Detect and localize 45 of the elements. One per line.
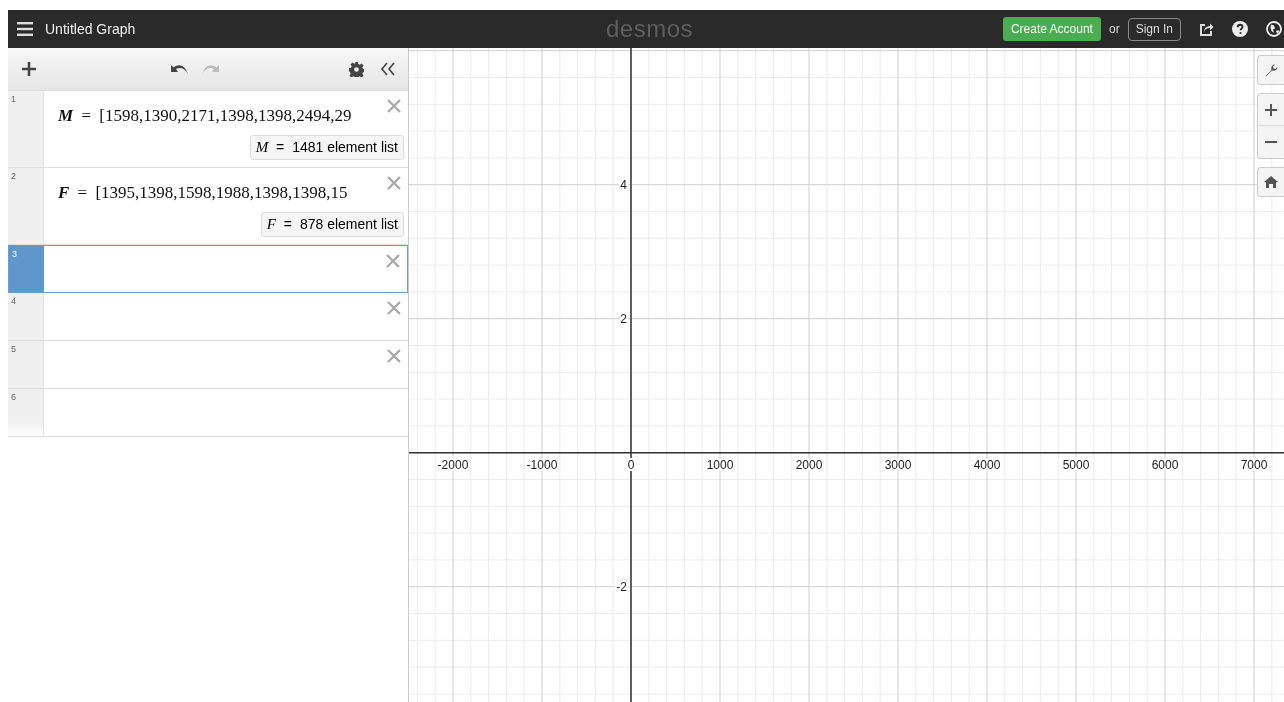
expression-row[interactable]: 4 (8, 293, 408, 341)
graph-settings-button[interactable] (1257, 55, 1284, 85)
sign-in-button[interactable]: Sign In (1127, 17, 1181, 41)
zoom-out-button[interactable] (1257, 126, 1284, 159)
globe-icon[interactable] (1266, 21, 1282, 37)
undo-icon[interactable] (171, 63, 189, 75)
tick-label: -2 (616, 579, 627, 594)
tick-label: -1000 (526, 457, 558, 472)
tick-label: 2000 (795, 457, 823, 472)
expression-input[interactable]: F = [1395,1398,1598,1988,1398,1398,15 (58, 183, 348, 203)
tick-label: 3000 (884, 457, 912, 472)
menu-icon[interactable] (17, 22, 33, 36)
line-number: 4 (11, 296, 16, 306)
line-number: 1 (11, 94, 16, 104)
expression-row[interactable]: 6 (8, 389, 408, 437)
home-button[interactable] (1257, 167, 1284, 197)
wrench-icon (1264, 63, 1278, 77)
line-number: 3 (12, 249, 17, 259)
line-number: 2 (11, 171, 16, 181)
evaluation-badge: F = 878 element list (260, 212, 404, 237)
line-number: 5 (11, 344, 16, 354)
tick-label: 4000 (973, 457, 1001, 472)
tick-label: 7000 (1240, 457, 1268, 472)
help-icon[interactable] (1232, 21, 1248, 37)
settings-icon[interactable] (349, 61, 364, 77)
expression-row[interactable]: 2 F = [1395,1398,1598,1988,1398,1398,15 F = 878 element list (8, 168, 408, 245)
graph-title: Untitled Graph (45, 21, 136, 37)
share-icon[interactable] (1199, 21, 1214, 37)
tick-label: 4 (620, 177, 627, 192)
plus-icon (1265, 103, 1277, 116)
expression-row[interactable]: 5 (8, 341, 408, 389)
evaluation-badge: M = 1481 element list (249, 135, 404, 160)
collapse-icon[interactable] (380, 62, 396, 76)
zoom-in-button[interactable] (1257, 93, 1284, 126)
tick-label: -2000 (437, 457, 469, 472)
tick-label: 5000 (1062, 457, 1090, 472)
tick-label: 1000 (706, 457, 734, 472)
add-icon[interactable] (22, 62, 36, 76)
expression-row[interactable]: 1 M = [1598,1390,2171,1398,1398,2494,29 M = 1481 element list (8, 91, 408, 168)
line-number: 6 (11, 392, 16, 402)
tick-label: 2 (620, 311, 627, 326)
home-icon (1264, 176, 1278, 188)
or-text: or (1108, 22, 1120, 36)
tick-label: 6000 (1151, 457, 1179, 472)
expression-input[interactable]: M = [1598,1390,2171,1398,1398,2494,29 (58, 106, 352, 126)
